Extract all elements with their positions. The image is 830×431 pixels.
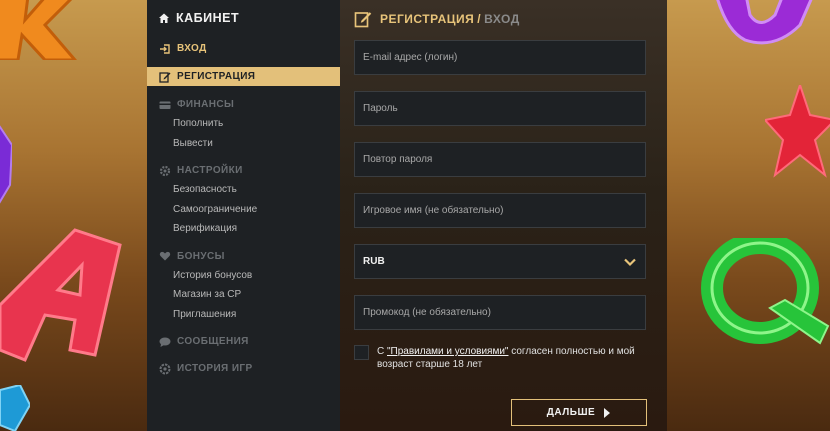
purple-letter-decoration [716, 0, 813, 45]
terms-checkbox[interactable] [354, 345, 369, 360]
sidebar-section-bonuses[interactable]: БОНУСЫ [147, 247, 340, 266]
chat-icon [159, 336, 171, 348]
account-sidebar: КАБИНЕТ ВХОД РЕГИСТРАЦИЯ ФИНАНСЫ Пополни… [147, 0, 340, 431]
sidebar-item-verification[interactable]: Верификация [147, 219, 340, 239]
next-button[interactable]: ДАЛЬШЕ [511, 399, 647, 426]
purple-gem-decoration [0, 125, 12, 204]
card-icon [159, 99, 171, 111]
sidebar-section-messages[interactable]: СООБЩЕНИЯ [147, 332, 340, 351]
nickname-input[interactable] [363, 205, 637, 216]
sidebar-item-cp-shop[interactable]: Магазин за СР [147, 285, 340, 305]
nickname-field [354, 193, 646, 228]
chevron-down-icon [623, 255, 637, 269]
sidebar-item-bonus-history[interactable]: История бонусов [147, 266, 340, 286]
registration-panel: РЕГИСТРАЦИЯ / ВХОД RUB С "Правилами и у [340, 0, 667, 431]
red-star-decoration [765, 85, 830, 178]
sidebar-section-finance[interactable]: ФИНАНСЫ [147, 95, 340, 114]
sidebar-section-messages-label: СООБЩЕНИЯ [177, 336, 249, 347]
terms-prefix: С [377, 346, 387, 357]
letter-q-decoration [701, 238, 830, 345]
heart-icon [159, 250, 171, 262]
sidebar-item-security[interactable]: Безопасность [147, 180, 340, 200]
currency-select[interactable]: RUB [354, 244, 646, 279]
terms-text: С "Правилами и условиями" согласен полно… [377, 345, 654, 371]
sidebar-section-settings-label: НАСТРОЙКИ [177, 165, 243, 176]
title-login[interactable]: ВХОД [484, 12, 520, 26]
login-icon [159, 43, 171, 55]
letter-k-decoration [0, 0, 77, 60]
sidebar-item-login[interactable]: ВХОД [147, 39, 340, 58]
edit-icon [159, 71, 171, 83]
next-button-label: ДАЛЬШЕ [546, 407, 596, 418]
title-register[interactable]: РЕГИСТРАЦИЯ [380, 12, 474, 26]
page-title: РЕГИСТРАЦИЯ / ВХОД [354, 9, 654, 29]
sidebar-item-invitations[interactable]: Приглашения [147, 305, 340, 325]
letter-a-decoration [0, 228, 122, 362]
sidebar-item-login-label: ВХОД [177, 43, 207, 54]
history-icon [159, 363, 171, 375]
sidebar-item-register[interactable]: РЕГИСТРАЦИЯ [147, 67, 340, 86]
sidebar-item-register-label: РЕГИСТРАЦИЯ [177, 71, 256, 82]
promo-input[interactable] [363, 307, 637, 318]
email-field [354, 40, 646, 75]
caret-right-icon [603, 407, 611, 418]
sidebar-section-settings[interactable]: НАСТРОЙКИ [147, 161, 340, 180]
promo-field [354, 295, 646, 330]
home-icon [158, 12, 170, 24]
currency-select-value: RUB [363, 256, 385, 267]
blue-gem-decoration [0, 385, 30, 431]
password-repeat-field [354, 142, 646, 177]
sidebar-item-self-limit[interactable]: Самоограничение [147, 200, 340, 220]
password-field [354, 91, 646, 126]
password-repeat-input[interactable] [363, 154, 637, 165]
password-input[interactable] [363, 103, 637, 114]
sidebar-section-game-history-label: ИСТОРИЯ ИГР [177, 363, 253, 374]
gear-icon [159, 165, 171, 177]
terms-link[interactable]: "Правилами и условиями" [387, 346, 508, 357]
sidebar-section-bonuses-label: БОНУСЫ [177, 250, 225, 262]
sidebar-item-withdraw[interactable]: Вывести [147, 134, 340, 154]
account-modal: КАБИНЕТ ВХОД РЕГИСТРАЦИЯ ФИНАНСЫ Пополни… [147, 0, 667, 431]
email-input[interactable] [363, 52, 637, 63]
sidebar-title-label: КАБИНЕТ [176, 11, 240, 25]
title-separator: / [477, 12, 482, 26]
edit-icon [354, 10, 372, 28]
sidebar-title: КАБИНЕТ [147, 8, 340, 28]
sidebar-item-deposit[interactable]: Пополнить [147, 114, 340, 134]
terms-agreement: С "Правилами и условиями" согласен полно… [354, 345, 654, 371]
sidebar-section-game-history[interactable]: ИСТОРИЯ ИГР [147, 359, 340, 378]
sidebar-section-finance-label: ФИНАНСЫ [177, 99, 235, 110]
